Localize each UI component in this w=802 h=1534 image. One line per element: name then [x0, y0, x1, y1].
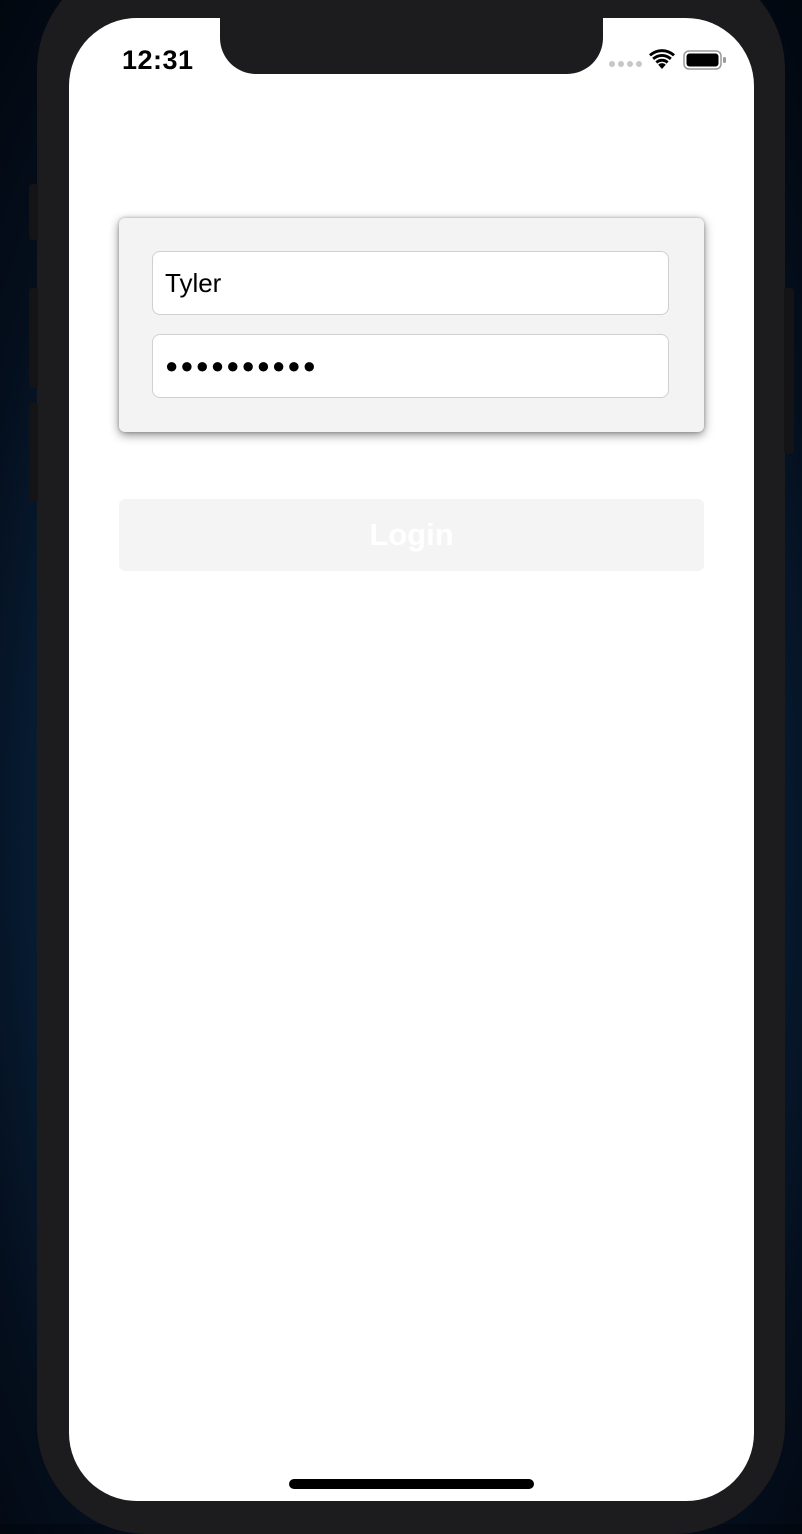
login-button-label: Login [369, 517, 454, 552]
power-button [784, 288, 794, 454]
login-button[interactable]: Login [119, 499, 704, 571]
silent-switch [29, 184, 38, 240]
volume-down-button [29, 402, 38, 502]
signal-dots-icon [609, 61, 642, 67]
home-indicator[interactable] [289, 1479, 534, 1489]
status-time: 12:31 [122, 45, 194, 75]
volume-up-button [29, 288, 38, 388]
device-notch [220, 18, 603, 74]
status-indicators [609, 48, 729, 72]
password-field[interactable]: ●●●●●●●●●● [152, 334, 669, 398]
app-screen: 12:31 Tyler ●●●●●●●●●● Login [69, 18, 754, 1501]
battery-icon [683, 50, 726, 70]
username-value: Tyler [165, 267, 222, 298]
login-card: Tyler ●●●●●●●●●● [119, 218, 704, 432]
password-masked-value: ●●●●●●●●●● [165, 353, 318, 378]
username-field[interactable]: Tyler [152, 251, 669, 315]
wifi-icon [649, 49, 675, 69]
